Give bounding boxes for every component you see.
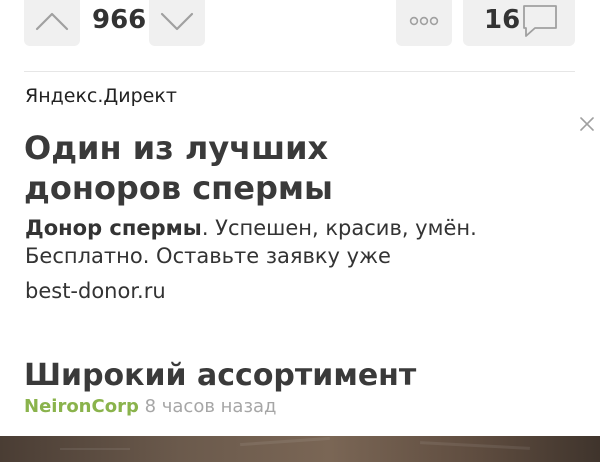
post-author-link[interactable]: NeironCorp — [24, 396, 139, 417]
post-title[interactable]: Широкий ассортимент — [24, 357, 416, 395]
post-time: 8 часов назад — [144, 396, 277, 417]
chevron-up-icon — [35, 12, 69, 31]
close-icon[interactable] — [578, 115, 596, 133]
ad-text: Донор спермы. Успешен, красив, умён. Бес… — [25, 214, 495, 270]
ad-title[interactable]: Один из лучших доноров спермы — [24, 128, 494, 208]
vote-up-button[interactable] — [24, 0, 80, 46]
comments-button[interactable]: 16 — [463, 0, 575, 46]
comments-count: 16 — [484, 5, 521, 35]
divider — [24, 71, 575, 72]
ad-source-label[interactable]: Яндекс.Директ — [25, 84, 177, 108]
rating-score: 966 — [92, 5, 147, 35]
vote-down-button[interactable] — [149, 0, 205, 46]
more-dots-icon — [409, 16, 439, 26]
ad-domain-link[interactable]: best-donor.ru — [25, 277, 166, 305]
chevron-down-icon — [160, 12, 194, 31]
more-button[interactable] — [396, 0, 452, 46]
comment-bubble-icon — [523, 5, 557, 37]
post-image[interactable] — [0, 436, 600, 462]
ad-text-bold: Донор спермы — [25, 216, 202, 240]
post-meta: NeironCorp 8 часов назад — [24, 395, 277, 419]
